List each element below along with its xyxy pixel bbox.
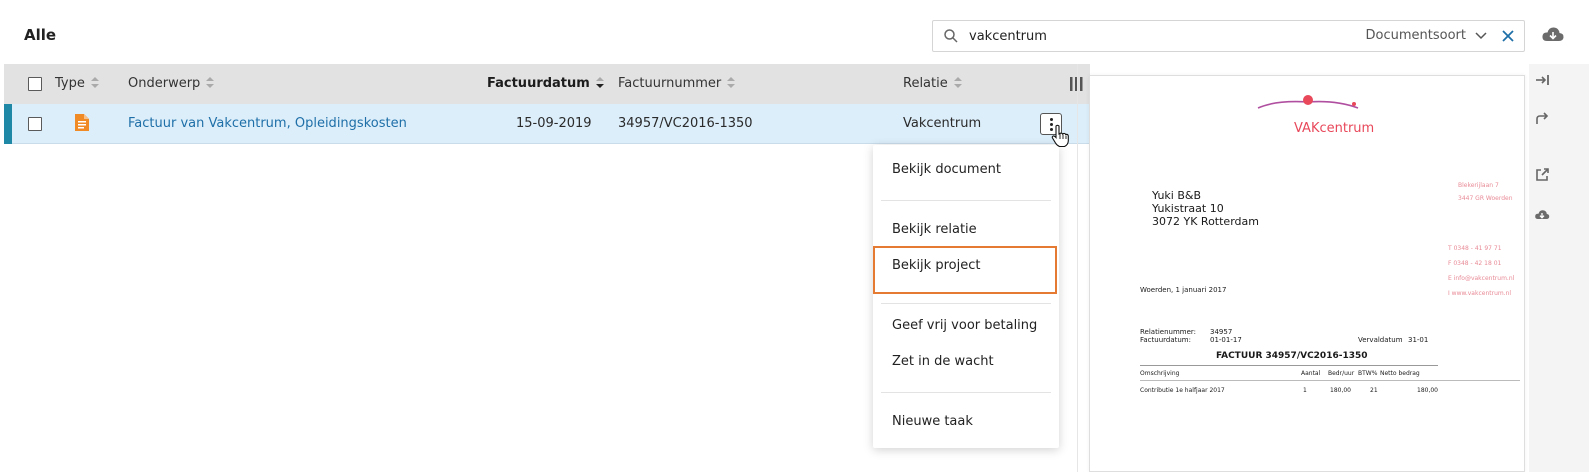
kebab-dot bbox=[1050, 118, 1053, 121]
line-description: Contributie 1e halfjaar 2017 bbox=[1140, 387, 1225, 394]
sender-line: T 0348 - 41 97 71 bbox=[1448, 245, 1502, 252]
sort-icon bbox=[206, 77, 215, 88]
logo-text: VAKcentrum bbox=[1294, 121, 1374, 136]
due-date: 31-01 bbox=[1408, 336, 1429, 344]
relation-number-label: Relatienummer: bbox=[1140, 328, 1197, 336]
open-external-icon[interactable] bbox=[1534, 167, 1550, 183]
cloud-download-icon[interactable] bbox=[1534, 207, 1550, 223]
page-title: Alle bbox=[24, 26, 57, 44]
table-header-description: Omschrijving bbox=[1140, 370, 1180, 377]
line-net: 180,00 bbox=[1417, 387, 1438, 394]
sort-desc-icon bbox=[595, 77, 604, 88]
menu-divider bbox=[881, 392, 1051, 393]
invoice-date-label: Factuurdatum: bbox=[1140, 336, 1191, 344]
sender-line: Blekerijlaan 7 bbox=[1458, 182, 1499, 189]
menu-divider bbox=[881, 303, 1051, 304]
addressee-line: Yuki B&B bbox=[1152, 189, 1202, 202]
menu-item-view-document[interactable]: Bekijk document bbox=[892, 162, 1001, 177]
search-icon bbox=[944, 29, 958, 43]
column-header-invoice-number[interactable]: Factuurnummer bbox=[618, 76, 736, 91]
search-input[interactable] bbox=[969, 25, 1309, 47]
preview-divider bbox=[1077, 64, 1078, 472]
line-rate: 180,00 bbox=[1330, 387, 1351, 394]
doctype-dropdown[interactable]: Documentsoort bbox=[1353, 28, 1488, 46]
menu-item-release-payment[interactable]: Geef vrij voor betaling bbox=[892, 318, 1037, 333]
collapse-panel-icon[interactable] bbox=[1534, 72, 1550, 88]
column-header-invoice-date-label: Factuurdatum bbox=[487, 76, 590, 91]
highlight-frame bbox=[873, 246, 1057, 294]
table-header-rate: Bedr/uur bbox=[1328, 370, 1355, 377]
logo-text-value: VAKcentrum bbox=[1294, 121, 1375, 136]
table-header-vat: BTW% bbox=[1358, 370, 1378, 377]
column-header-invoice-number-label: Factuurnummer bbox=[618, 76, 722, 91]
row-relation: Vakcentrum bbox=[903, 116, 982, 131]
column-header-type[interactable]: Type bbox=[55, 76, 99, 91]
column-header-subject-label: Onderwerp bbox=[128, 76, 201, 91]
top-bar: Alle Documentsoort bbox=[0, 0, 1589, 64]
addressee-block: Yuki B&B Yukistraat 10 3072 YK Rotterdam bbox=[1152, 189, 1259, 228]
column-header-relation-label: Relatie bbox=[903, 76, 948, 91]
row-context-menu: Bekijk document Bekijk relatie Bekijk pr… bbox=[873, 145, 1059, 448]
hand-cursor-icon bbox=[1051, 124, 1069, 148]
column-header-invoice-date[interactable]: Factuurdatum bbox=[487, 76, 604, 91]
invoice-date: 01-01-17 bbox=[1210, 336, 1242, 344]
row-invoice-number: 34957/VC2016-1350 bbox=[618, 116, 753, 131]
invoice-heading: FACTUUR 34957/VC2016-1350 bbox=[1216, 351, 1368, 361]
menu-divider bbox=[881, 200, 1051, 201]
table-header-quantity: Aantal bbox=[1301, 370, 1321, 377]
place-date: Woerden, 1 januari 2017 bbox=[1140, 286, 1227, 294]
addressee-line: 3072 YK Rotterdam bbox=[1152, 215, 1259, 228]
column-header-subject[interactable]: Onderwerp bbox=[128, 76, 215, 91]
relation-number: 34957 bbox=[1210, 328, 1233, 336]
addressee-line: Yukistraat 10 bbox=[1152, 202, 1224, 215]
sender-line: 3447 GR Woerden bbox=[1458, 195, 1513, 202]
due-label: Vervaldatum bbox=[1358, 336, 1403, 344]
row-subject-link[interactable]: Factuur van Vakcentrum, Opleidingskosten bbox=[128, 116, 407, 131]
row-selected-marker bbox=[4, 104, 12, 144]
clear-search-icon[interactable] bbox=[1499, 27, 1517, 45]
grid-header: Type Onderwerp Factuurdatum Factuurnumme… bbox=[4, 64, 1090, 104]
select-all-checkbox[interactable] bbox=[28, 77, 42, 91]
column-header-relation[interactable]: Relatie bbox=[903, 76, 962, 91]
document-icon bbox=[75, 114, 89, 131]
document-preview[interactable]: VAKcentrum Yuki B&B Yukistraat 10 3072 Y… bbox=[1089, 75, 1525, 472]
menu-item-view-relation[interactable]: Bekijk relatie bbox=[892, 222, 977, 237]
sender-line: I www.vakcentrum.nl bbox=[1448, 290, 1512, 297]
doctype-label: Documentsoort bbox=[1365, 28, 1466, 43]
menu-item-new-task[interactable]: Nieuwe taak bbox=[892, 414, 973, 429]
menu-item-put-on-hold[interactable]: Zet in de wacht bbox=[892, 354, 994, 369]
chevron-down-icon bbox=[1475, 32, 1487, 40]
sender-line: E info@vakcentrum.nl bbox=[1448, 275, 1515, 282]
table-header-net: Netto bedrag bbox=[1380, 370, 1420, 377]
line-quantity: 1 bbox=[1303, 387, 1307, 394]
sort-icon bbox=[727, 77, 736, 88]
line-vat: 21 bbox=[1370, 387, 1378, 394]
rule-line bbox=[1140, 380, 1520, 381]
table-row[interactable]: Factuur van Vakcentrum, Opleidingskosten… bbox=[4, 104, 1090, 144]
row-checkbox[interactable] bbox=[28, 117, 42, 131]
sort-icon bbox=[90, 77, 99, 88]
sender-line: F 0348 - 42 18 01 bbox=[1448, 260, 1502, 267]
forward-icon[interactable] bbox=[1534, 111, 1550, 127]
search-box[interactable]: Documentsoort bbox=[932, 20, 1525, 52]
sort-icon bbox=[953, 77, 962, 88]
rule-line bbox=[1140, 365, 1438, 366]
column-header-type-label: Type bbox=[55, 76, 85, 91]
row-invoice-date: 15-09-2019 bbox=[516, 116, 592, 131]
cloud-download-icon[interactable] bbox=[1541, 24, 1565, 46]
